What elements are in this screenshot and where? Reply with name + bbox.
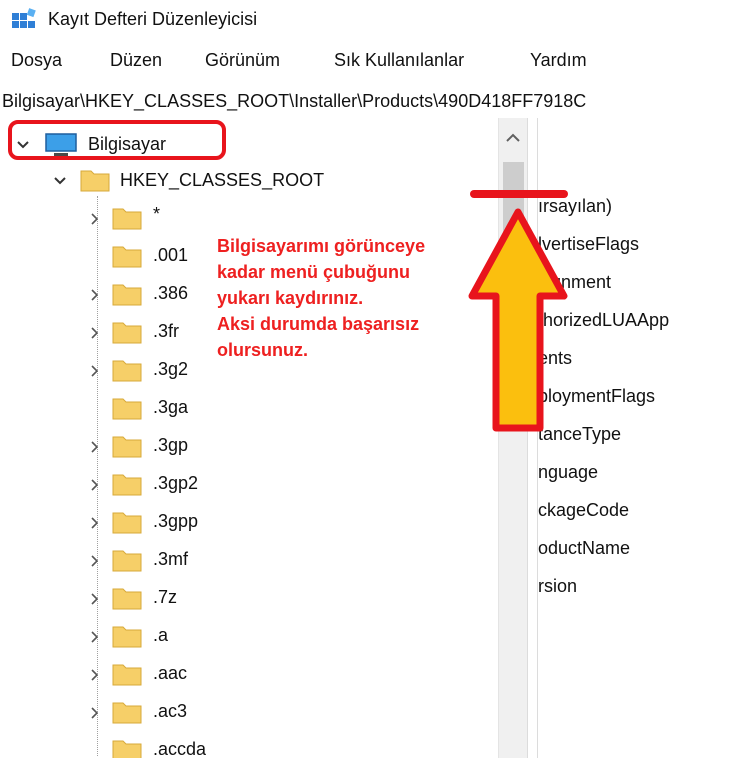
tree-item-key[interactable]: .aac	[0, 654, 498, 692]
tree-item-label: .ac3	[153, 701, 188, 721]
tree-item-label: HKEY_CLASSES_ROOT	[120, 170, 325, 190]
chevron-right-icon[interactable]	[88, 554, 102, 568]
folder-icon	[112, 626, 142, 648]
folder-icon	[80, 170, 110, 192]
address-path[interactable]: Bilgisayar\HKEY_CLASSES_ROOT\Installer\P…	[2, 91, 586, 112]
menu-view[interactable]: Görünüm	[205, 50, 280, 71]
folder-icon	[112, 360, 142, 382]
folder-icon	[112, 322, 142, 344]
chevron-right-icon[interactable]	[88, 516, 102, 530]
key-tree[interactable]: Bilgisayar HKEY_CLASSES_ROOT * .001 .386…	[0, 118, 498, 758]
folder-icon	[112, 474, 142, 496]
chevron-right-icon[interactable]	[88, 288, 102, 302]
tree-item-label: .a	[153, 625, 169, 645]
highlight-box	[8, 120, 226, 160]
chevron-down-icon[interactable]	[53, 174, 67, 188]
scroll-up-arrow-icon[interactable]	[499, 124, 527, 152]
tree-item-label: .aac	[153, 663, 188, 683]
window-title: Kayıt Defteri Düzenleyicisi	[48, 9, 258, 29]
folder-icon	[112, 664, 142, 686]
chevron-right-icon[interactable]	[88, 706, 102, 720]
menu-file[interactable]: Dosya	[11, 50, 62, 71]
tree-item-label: .7z	[153, 587, 178, 607]
folder-icon	[112, 436, 142, 458]
tree-item-key[interactable]: .3gp	[0, 426, 498, 464]
chevron-right-icon[interactable]	[88, 668, 102, 682]
chevron-right-icon[interactable]	[88, 478, 102, 492]
folder-icon	[112, 208, 142, 230]
chevron-right-icon[interactable]	[88, 364, 102, 378]
tree-item-key[interactable]: .3gpp	[0, 502, 498, 540]
chevron-right-icon[interactable]	[88, 326, 102, 340]
tree-item-key[interactable]: .3mf	[0, 540, 498, 578]
title-bar: Kayıt Defteri Düzenleyicisi	[0, 0, 737, 38]
folder-icon	[112, 246, 142, 268]
chevron-right-icon[interactable]	[88, 592, 102, 606]
menu-bar: Dosya Düzen Görünüm Sık Kullanılanlar Ya…	[0, 44, 737, 76]
menu-favorites[interactable]: Sık Kullanılanlar	[334, 50, 464, 71]
tree-item-key[interactable]: .3ga	[0, 388, 498, 426]
value-item[interactable]: rsion	[538, 576, 577, 597]
tree-item-label: .3gp	[153, 435, 189, 455]
folder-icon	[112, 588, 142, 610]
tree-item-hkey-classes-root[interactable]: HKEY_CLASSES_ROOT	[0, 160, 498, 198]
folder-icon	[112, 284, 142, 306]
tree-item-label: .3gpp	[153, 511, 199, 531]
tree-item-label: .386	[153, 283, 189, 303]
tree-item-label: .3gp2	[153, 473, 199, 493]
tree-item-key[interactable]: .7z	[0, 578, 498, 616]
chevron-right-icon[interactable]	[88, 630, 102, 644]
tree-item-key[interactable]: .ac3	[0, 692, 498, 730]
value-item[interactable]: nguage	[538, 462, 598, 483]
tree-item-key[interactable]: .3gp2	[0, 464, 498, 502]
tree-item-label: .001	[153, 245, 189, 265]
chevron-right-icon[interactable]	[88, 212, 102, 226]
folder-icon	[112, 702, 142, 724]
tree-item-key[interactable]: .a	[0, 616, 498, 654]
value-item[interactable]: ckageCode	[538, 500, 629, 521]
value-item[interactable]: oductName	[538, 538, 630, 559]
folder-icon	[112, 550, 142, 572]
tree-item-label: .3g2	[153, 359, 189, 379]
address-bar[interactable]: Bilgisayar\HKEY_CLASSES_ROOT\Installer\P…	[0, 84, 737, 118]
folder-icon	[112, 740, 142, 758]
folder-icon	[112, 512, 142, 534]
tree-item-label: .3fr	[153, 321, 180, 341]
tree-item-label: .3ga	[153, 397, 189, 417]
tree-item-label: *	[153, 204, 161, 224]
up-arrow-icon	[468, 190, 568, 432]
chevron-right-icon[interactable]	[88, 440, 102, 454]
tree-item-label: .3mf	[153, 549, 189, 569]
menu-edit[interactable]: Düzen	[110, 50, 162, 71]
folder-icon	[112, 398, 142, 420]
tree-item-key[interactable]: .accda	[0, 730, 498, 758]
tree-item-label: .accda	[153, 739, 207, 758]
tree-item-key[interactable]: *	[0, 198, 498, 236]
registry-editor-icon	[12, 8, 36, 28]
menu-help[interactable]: Yardım	[530, 50, 587, 71]
